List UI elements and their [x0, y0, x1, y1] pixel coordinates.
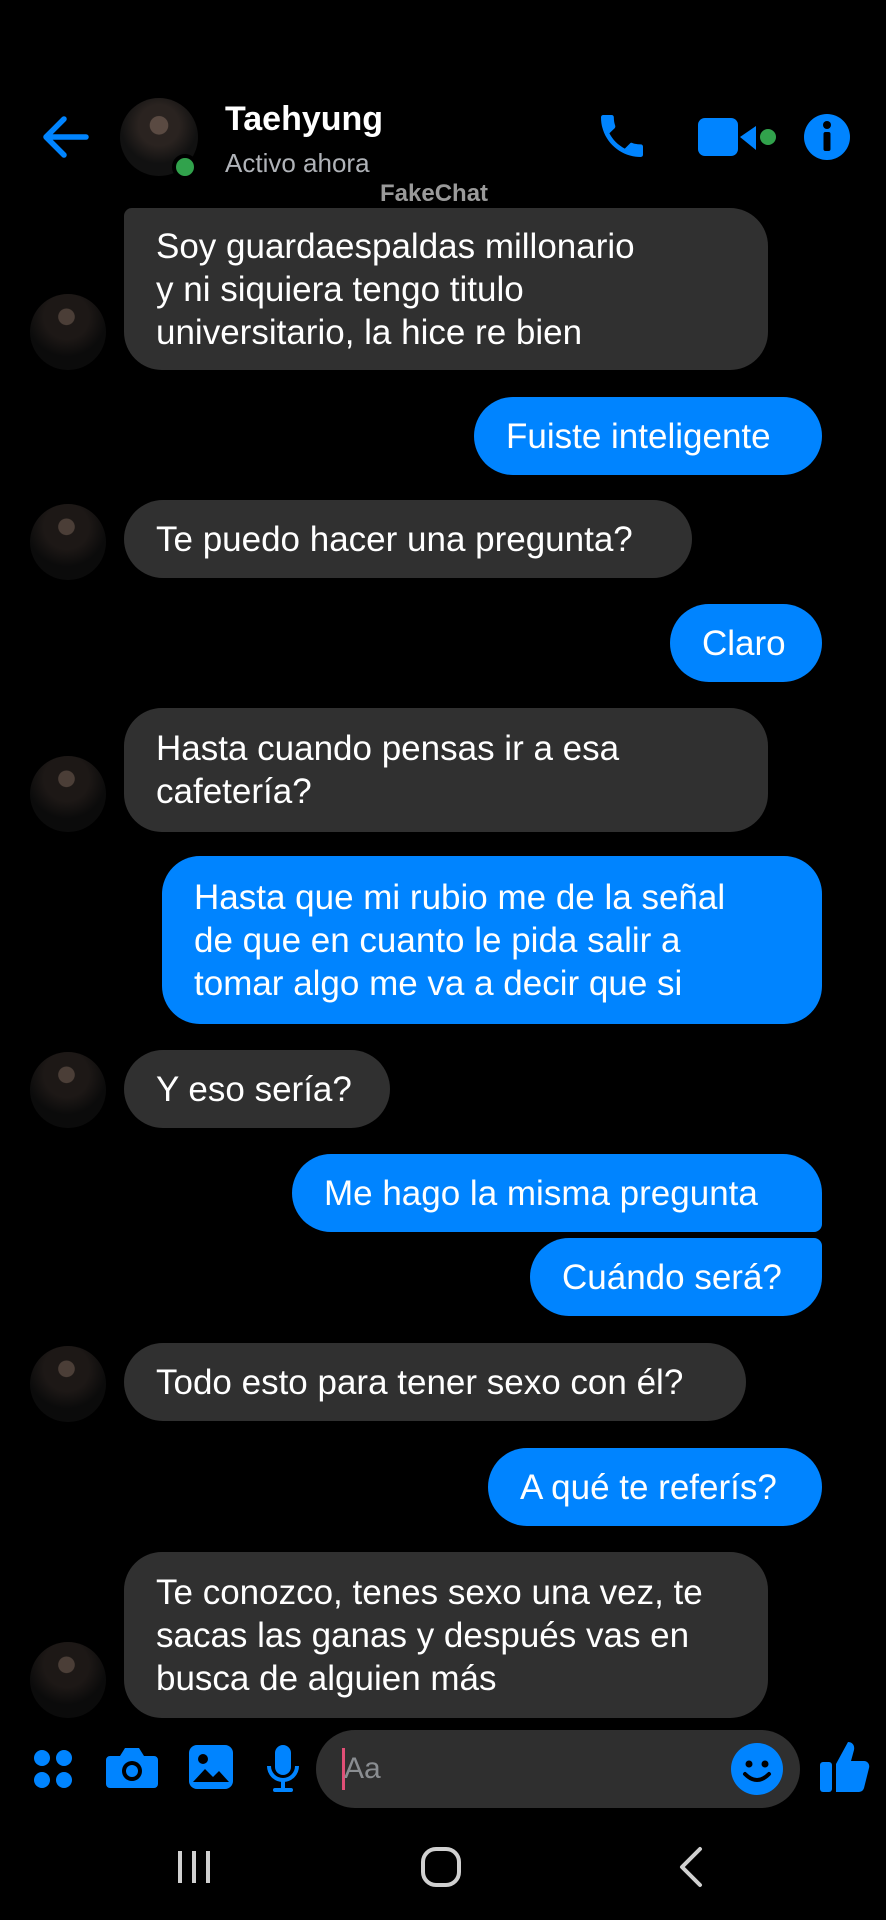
microphone-icon[interactable]	[266, 1744, 300, 1794]
apps-icon[interactable]	[32, 1748, 74, 1790]
incoming-message[interactable]: Soy guardaespaldas millonario y ni siqui…	[124, 208, 768, 370]
sender-avatar[interactable]	[30, 504, 106, 580]
sender-avatar[interactable]	[30, 1346, 106, 1422]
outgoing-message[interactable]: Cuándo será?	[530, 1238, 822, 1316]
sender-avatar[interactable]	[30, 756, 106, 832]
incoming-message[interactable]: Te conozco, tenes sexo una vez, te sacas…	[124, 1552, 768, 1718]
info-icon[interactable]	[802, 112, 852, 162]
gallery-icon[interactable]	[188, 1744, 234, 1790]
recent-apps-icon[interactable]	[176, 1850, 212, 1884]
outgoing-message[interactable]: A qué te referís?	[488, 1448, 822, 1526]
outgoing-message[interactable]: Hasta que mi rubio me de la señal de que…	[162, 856, 822, 1024]
emoji-icon[interactable]	[730, 1742, 784, 1796]
watermark: FakeChat	[380, 180, 489, 207]
camera-icon[interactable]	[106, 1744, 158, 1790]
sender-avatar[interactable]	[30, 1642, 106, 1718]
outgoing-message[interactable]: Fuiste inteligente	[474, 397, 822, 475]
incoming-message[interactable]: Todo esto para tener sexo con él?	[124, 1343, 746, 1421]
contact-status: Activo ahora	[225, 148, 370, 178]
video-call-icon[interactable]	[696, 116, 780, 160]
incoming-message[interactable]: Hasta cuando pensas ir a esa cafetería?	[124, 708, 768, 832]
message-input[interactable]	[316, 1730, 800, 1808]
online-indicator	[172, 154, 198, 180]
sender-avatar[interactable]	[30, 1052, 106, 1128]
home-icon[interactable]	[420, 1846, 462, 1888]
like-icon[interactable]	[818, 1738, 870, 1794]
outgoing-message[interactable]: Claro	[670, 604, 822, 682]
incoming-message[interactable]: Y eso sería?	[124, 1050, 390, 1128]
phone-call-icon[interactable]	[594, 108, 650, 164]
contact-name[interactable]: Taehyung	[225, 100, 383, 139]
message-input-placeholder: Aa	[344, 1752, 381, 1785]
incoming-message[interactable]: Te puedo hacer una pregunta?	[124, 500, 692, 578]
back-icon[interactable]	[676, 1846, 706, 1888]
outgoing-message[interactable]: Me hago la misma pregunta	[292, 1154, 822, 1232]
chat-header: Taehyung Activo ahora FakeChat	[0, 0, 886, 210]
sender-avatar[interactable]	[30, 294, 106, 370]
back-arrow-icon[interactable]	[38, 110, 92, 164]
